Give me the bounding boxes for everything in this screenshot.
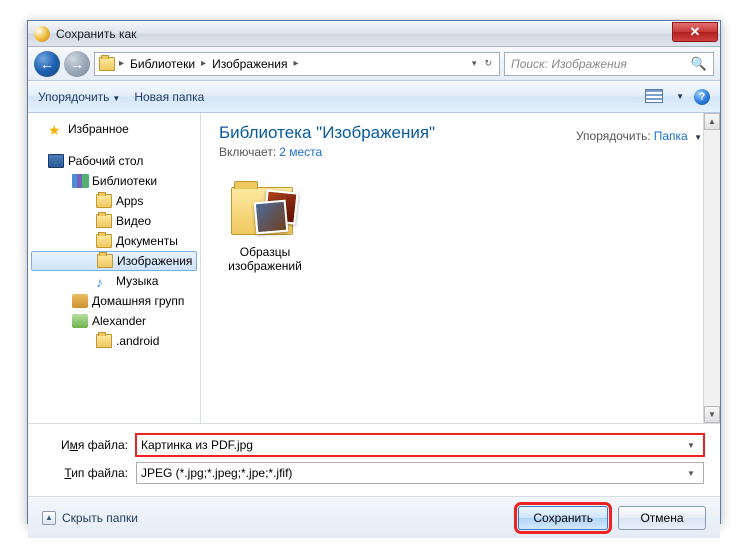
dialog-body: ★Избранное Рабочий стол Библиотеки Apps … <box>28 113 720 423</box>
folder-icon <box>96 194 112 208</box>
new-folder-button[interactable]: Новая папка <box>134 90 204 104</box>
back-button[interactable]: ← <box>34 51 60 77</box>
tree-homegroup[interactable]: Домашняя групп <box>28 291 200 311</box>
titlebar: Сохранить как ✕ <box>28 21 720 47</box>
help-button[interactable]: ? <box>694 89 710 105</box>
tree-favorites[interactable]: ★Избранное <box>28 119 200 139</box>
filetype-label: Тип файла: <box>44 466 128 480</box>
scroll-down-button[interactable]: ▼ <box>704 406 720 423</box>
chevron-down-icon: ▼ <box>112 94 120 103</box>
file-list-pane: Библиотека "Изображения" Включает: 2 мес… <box>201 113 720 423</box>
app-icon <box>34 26 50 42</box>
folder-icon <box>96 214 112 228</box>
user-icon <box>72 314 88 328</box>
filename-label: Имя файла: <box>44 438 128 452</box>
tree-apps[interactable]: Apps <box>28 191 200 211</box>
chevron-right-icon[interactable]: ▸ <box>117 58 126 69</box>
organize-menu[interactable]: Упорядочить▼ <box>38 90 120 104</box>
expand-icon[interactable]: ▲ <box>42 511 56 525</box>
folder-thumbnail <box>229 181 301 239</box>
tree-pictures[interactable]: Изображения <box>31 251 197 271</box>
homegroup-icon <box>72 294 88 308</box>
desktop-icon <box>48 154 64 168</box>
folder-icon <box>96 334 112 348</box>
item-label: Образцыизображений <box>219 245 311 274</box>
chevron-down-icon: ▼ <box>694 133 702 142</box>
chevron-down-icon[interactable]: ▼ <box>676 92 684 101</box>
forward-button[interactable]: → <box>64 51 90 77</box>
save-as-dialog: Сохранить как ✕ ← → ▸ Библиотеки ▸ Изобр… <box>27 20 721 524</box>
toolbar: Упорядочить▼ Новая папка ▼ ? <box>28 81 720 113</box>
filename-input[interactable]: Картинка из PDF.jpg ▼ <box>136 434 704 456</box>
tree-music[interactable]: ♪Музыка <box>28 271 200 291</box>
tree-user[interactable]: Alexander <box>28 311 200 331</box>
chevron-right-icon[interactable]: ▸ <box>292 58 301 69</box>
star-icon: ★ <box>48 122 64 136</box>
cancel-button[interactable]: Отмена <box>618 506 706 530</box>
scroll-up-button[interactable]: ▲ <box>704 113 720 130</box>
folder-icon <box>97 254 113 268</box>
tree-documents[interactable]: Документы <box>28 231 200 251</box>
close-button[interactable]: ✕ <box>672 22 718 42</box>
fields-area: Имя файла: Картинка из PDF.jpg ▼ Тип фай… <box>28 423 720 496</box>
hide-folders-link[interactable]: Скрыть папки <box>62 511 138 525</box>
view-options-button[interactable] <box>645 89 663 105</box>
library-subtitle: Включает: 2 места <box>219 145 702 159</box>
includes-link[interactable]: 2 места <box>279 145 322 159</box>
chevron-down-icon[interactable]: ▾ <box>469 58 480 69</box>
tree-android[interactable]: .android <box>28 331 200 351</box>
save-button[interactable]: Сохранить <box>518 506 608 530</box>
search-icon: 🔍 <box>691 56 707 72</box>
search-placeholder: Поиск: Изображения <box>511 57 627 71</box>
vertical-scrollbar[interactable]: ▲ ▼ <box>703 113 720 423</box>
refresh-icon[interactable]: ↻ <box>481 58 495 69</box>
folder-icon <box>99 57 115 71</box>
filetype-select[interactable]: JPEG (*.jpg;*.jpeg;*.jpe;*.jfif) ▼ <box>136 462 704 484</box>
nav-bar: ← → ▸ Библиотеки ▸ Изображения ▸ ▾ ↻ Пои… <box>28 47 720 81</box>
chevron-down-icon[interactable]: ▼ <box>683 441 699 450</box>
libraries-icon <box>72 174 88 188</box>
chevron-right-icon[interactable]: ▸ <box>199 58 208 69</box>
folder-item-samples[interactable]: Образцыизображений <box>219 181 311 274</box>
footer: ▲ Скрыть папки Сохранить Отмена <box>28 496 720 538</box>
tree-desktop[interactable]: Рабочий стол <box>28 151 200 171</box>
tree-video[interactable]: Видео <box>28 211 200 231</box>
address-bar[interactable]: ▸ Библиотеки ▸ Изображения ▸ ▾ ↻ <box>94 52 500 76</box>
breadcrumb-pictures[interactable]: Изображения <box>210 57 289 71</box>
tree-libraries[interactable]: Библиотеки <box>28 171 200 191</box>
sort-dropdown[interactable]: Папка ▼ <box>654 129 702 143</box>
navigation-pane: ★Избранное Рабочий стол Библиотеки Apps … <box>28 113 201 423</box>
folder-icon <box>96 234 112 248</box>
breadcrumb-libraries[interactable]: Библиотеки <box>128 57 197 71</box>
music-icon: ♪ <box>96 274 112 288</box>
search-input[interactable]: Поиск: Изображения 🔍 <box>504 52 714 76</box>
chevron-down-icon[interactable]: ▼ <box>683 469 699 478</box>
sort-control: Упорядочить: Папка ▼ <box>576 129 702 143</box>
window-title: Сохранить как <box>56 27 136 41</box>
